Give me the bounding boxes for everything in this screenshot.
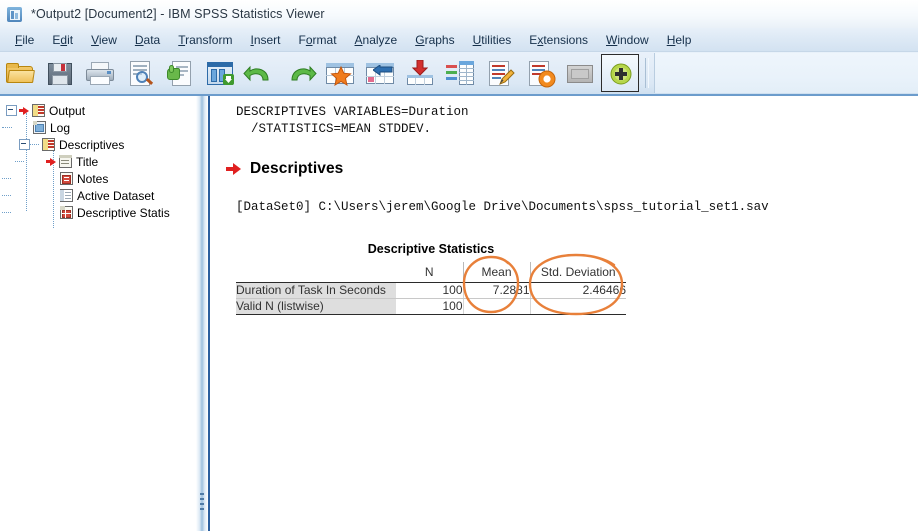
- title-bar: *Output2 [Document2] - IBM SPSS Statisti…: [0, 0, 918, 28]
- table-row[interactable]: Duration of Task In Seconds 100 7.2881 2…: [236, 282, 626, 298]
- window-title: *Output2 [Document2] - IBM SPSS Statisti…: [31, 7, 325, 21]
- dataset-icon: [59, 188, 74, 203]
- print-icon[interactable]: [81, 54, 119, 92]
- menu-view[interactable]: View: [82, 30, 126, 50]
- tree-toggle-descriptives[interactable]: [19, 139, 30, 150]
- tree-marker-arrow-icon: [19, 105, 30, 116]
- dataset-path-line: [DataSet0] C:\Users\jerem\Google Drive\D…: [236, 200, 769, 214]
- menu-file[interactable]: File: [6, 30, 43, 50]
- row-label-duration: Duration of Task In Seconds: [236, 282, 396, 298]
- tree-item-label: Descriptive Statis: [77, 205, 170, 220]
- menu-data[interactable]: Data: [126, 30, 169, 50]
- tree-item-label: Output: [49, 103, 86, 118]
- cell-valid-n: 100: [442, 299, 463, 313]
- syntax-block: DESCRIPTIVES VARIABLES=Duration /STATIST…: [236, 105, 469, 136]
- goto-case-icon[interactable]: [361, 54, 399, 92]
- descriptive-statistics-block: Descriptive Statistics N Mean Std. Devia…: [236, 242, 626, 316]
- tree-item-descriptives[interactable]: Descriptives: [4, 136, 196, 153]
- page-title: Descriptives: [250, 160, 344, 177]
- tree-item-notes[interactable]: Notes: [2, 170, 196, 187]
- cell-duration-stddev: 2.46466: [529, 282, 626, 298]
- tree-item-output[interactable]: Output: [4, 102, 196, 119]
- run-script-icon[interactable]: [521, 54, 559, 92]
- save-icon[interactable]: [41, 54, 79, 92]
- column-header-std-deviation[interactable]: Std. Deviation: [529, 262, 626, 282]
- outline-tree: Output Log Descriptives Title Notes Acti…: [0, 96, 196, 228]
- column-header-blank[interactable]: [236, 262, 396, 282]
- cell-valid-mean: [462, 298, 530, 314]
- table-bottom-rule: [236, 314, 626, 315]
- toolbar-empty-area: [654, 53, 918, 93]
- menu-utilities[interactable]: Utilities: [464, 30, 521, 50]
- menu-insert[interactable]: Insert: [241, 30, 289, 50]
- table-icon: [59, 205, 74, 220]
- title-icon: [58, 154, 73, 169]
- toolbar: [0, 52, 918, 96]
- menu-bar: File Edit View Data Transform Insert For…: [0, 28, 918, 52]
- select-variable-icon[interactable]: [441, 54, 479, 92]
- menu-help[interactable]: Help: [658, 30, 701, 50]
- insert-footnote-icon[interactable]: [401, 54, 439, 92]
- spss-viewer-icon: [7, 6, 24, 23]
- show-syntax-icon[interactable]: [481, 54, 519, 92]
- insert-object-icon[interactable]: [601, 54, 639, 92]
- undo-icon[interactable]: [241, 54, 279, 92]
- goto-data-icon[interactable]: [321, 54, 359, 92]
- table-title: Descriptive Statistics: [367, 242, 495, 256]
- descriptive-statistics-table[interactable]: N Mean Std. Deviation Duration of Task I…: [236, 262, 626, 315]
- recall-dialog-icon[interactable]: [161, 54, 199, 92]
- tree-marker-arrow-icon: [46, 156, 57, 167]
- output-pane[interactable]: DESCRIPTIVES VARIABLES=Duration /STATIST…: [208, 96, 918, 531]
- tree-item-label: Title: [76, 154, 99, 169]
- export-icon[interactable]: [201, 54, 239, 92]
- column-header-mean[interactable]: Mean: [462, 262, 530, 282]
- tree-item-log[interactable]: Log: [2, 119, 196, 136]
- cell-duration-n: 100: [442, 283, 463, 297]
- tree-item-descriptive-statistics[interactable]: Descriptive Statis: [2, 204, 196, 221]
- table-header-row: N Mean Std. Deviation: [236, 262, 626, 282]
- outline-tree-pane[interactable]: Output Log Descriptives Title Notes Acti…: [0, 96, 196, 531]
- menu-transform[interactable]: Transform: [169, 30, 241, 50]
- tree-item-label: Descriptives: [59, 137, 125, 152]
- menu-format[interactable]: Format: [290, 30, 346, 50]
- tree-item-label: Notes: [77, 171, 109, 186]
- spss-viewer-window: *Output2 [Document2] - IBM SPSS Statisti…: [0, 0, 918, 531]
- cell-valid-stddev: [529, 298, 626, 314]
- splitter-grip[interactable]: [200, 493, 204, 515]
- toolbar-separator: [645, 58, 649, 88]
- output-book-icon: [31, 103, 46, 118]
- tree-item-title[interactable]: Title: [4, 153, 196, 170]
- tree-item-active-dataset[interactable]: Active Dataset: [2, 187, 196, 204]
- row-label-valid-n: Valid N (listwise): [236, 298, 396, 314]
- tree-item-label: Active Dataset: [77, 188, 155, 203]
- output-book-icon: [41, 137, 56, 152]
- open-file-icon[interactable]: [1, 54, 39, 92]
- notes-icon: [59, 171, 74, 186]
- menu-graphs[interactable]: Graphs: [406, 30, 463, 50]
- heading-marker-arrow-icon: [226, 162, 242, 176]
- menu-extensions[interactable]: Extensions: [520, 30, 597, 50]
- column-header-n[interactable]: N: [396, 262, 463, 282]
- hide-show-icon[interactable]: [561, 54, 599, 92]
- redo-icon[interactable]: [281, 54, 319, 92]
- descriptives-heading-row: Descriptives: [226, 160, 918, 178]
- menu-analyze[interactable]: Analyze: [346, 30, 407, 50]
- tree-toggle-output[interactable]: [6, 105, 17, 116]
- print-preview-icon[interactable]: [121, 54, 159, 92]
- pane-splitter[interactable]: [196, 96, 208, 531]
- menu-edit[interactable]: Edit: [43, 30, 82, 50]
- cell-duration-mean: 7.2881: [462, 282, 530, 298]
- log-icon: [32, 120, 47, 135]
- tree-item-label: Log: [50, 120, 71, 135]
- table-row[interactable]: Valid N (listwise) 100: [236, 298, 626, 314]
- menu-window[interactable]: Window: [597, 30, 658, 50]
